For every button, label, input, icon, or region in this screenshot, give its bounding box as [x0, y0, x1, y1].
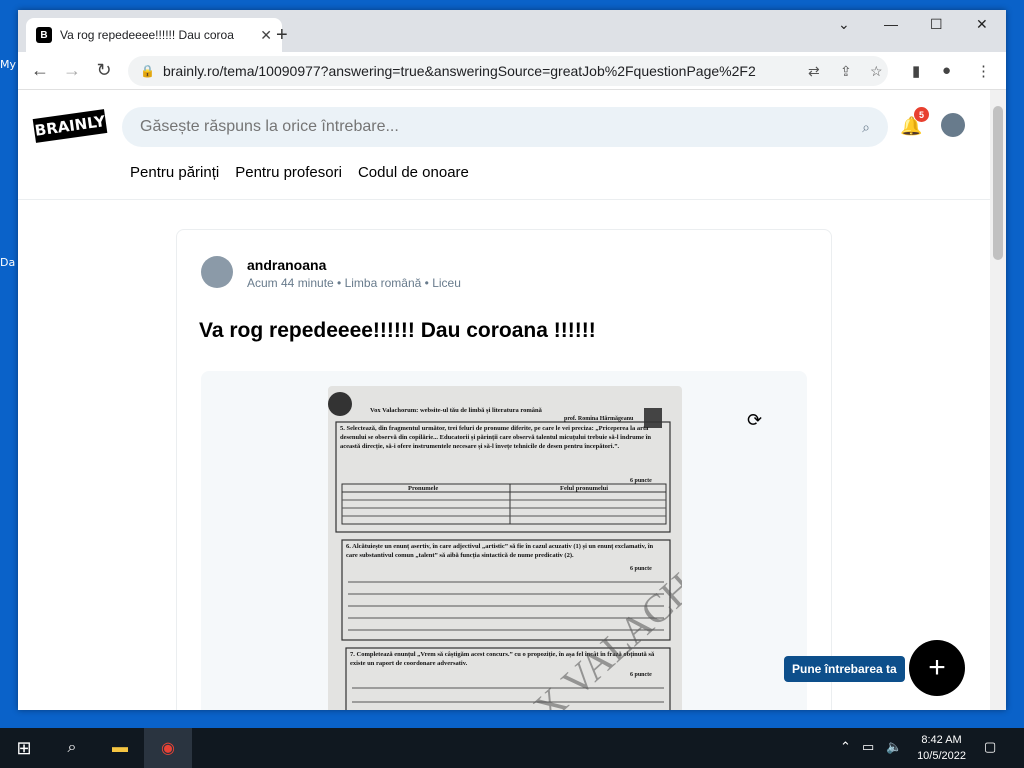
profile-icon[interactable]: ●: [942, 62, 951, 79]
search-taskbar-icon[interactable]: ⌕: [48, 728, 96, 768]
scroll-thumb[interactable]: [993, 106, 1003, 260]
question-card: andranoana Acum 44 minute • Limba română…: [176, 229, 832, 710]
nav-link-parents[interactable]: Pentru părinți: [130, 164, 219, 181]
notification-badge: 5: [914, 107, 929, 122]
q6-text: 6. Alcătuiește un enunț asertiv, în care…: [346, 543, 654, 559]
worksheet-header: Vox Valachorum: website-ul tău de limbă …: [370, 407, 543, 414]
site-header: BRAINLY ⌕ 🔔 5 Pentru părinți Pentru prof…: [18, 90, 990, 200]
tray-chevron-icon[interactable]: ⌃: [840, 739, 851, 755]
menu-icon[interactable]: ⋮: [976, 62, 991, 80]
browser-window: B Va rog repedeeee!!!!!! Dau coroa ✕ + ⌄…: [18, 10, 1006, 710]
url-text[interactable]: brainly.ro/tema/10090977?answering=true&…: [163, 63, 756, 79]
question-subject[interactable]: Limba română: [345, 276, 422, 290]
author-name[interactable]: andranoana: [247, 257, 326, 273]
q5-text-wrap: 5. Selectează, din fragmentul următor, t…: [340, 425, 652, 450]
page-scrollbar[interactable]: [990, 90, 1006, 710]
question-time: Acum 44 minute: [247, 276, 334, 290]
web-page: BRAINLY ⌕ 🔔 5 Pentru părinți Pentru prof…: [18, 90, 990, 710]
maximize-icon[interactable]: ☐: [930, 16, 943, 33]
watermark: VOX VALACHORUM: [482, 484, 682, 710]
search-box[interactable]: ⌕: [122, 107, 888, 147]
start-icon[interactable]: ⊞: [0, 728, 48, 768]
tab-search-icon[interactable]: ⌄: [838, 16, 850, 33]
side-panel-icon[interactable]: ▮: [912, 62, 920, 80]
bookmark-star-icon[interactable]: ☆: [870, 63, 883, 80]
search-icon[interactable]: ⌕: [862, 119, 870, 136]
minimize-icon[interactable]: —: [884, 16, 898, 32]
notifications-icon[interactable]: ▢: [984, 739, 996, 755]
q6-points: 6 puncte: [630, 566, 652, 572]
taskbar-clock[interactable]: 8:42 AM 10/5/2022: [917, 732, 966, 764]
clock-time: 8:42 AM: [921, 734, 962, 746]
q5-text: 5. Selectează, din fragmentul următor, t…: [340, 425, 652, 450]
forward-icon[interactable]: →: [56, 60, 88, 81]
translate-icon[interactable]: ⇄: [808, 63, 820, 80]
user-avatar[interactable]: [941, 113, 965, 137]
ask-question-button[interactable]: +: [909, 640, 965, 696]
worksheet-author: prof. Romina Hărmăgeanu: [564, 416, 634, 422]
q6-text-wrap: 6. Alcătuiește un enunț asertiv, în care…: [346, 543, 654, 559]
nav-link-honor-code[interactable]: Codul de onoare: [358, 164, 469, 181]
browser-tab[interactable]: B Va rog repedeeee!!!!!! Dau coroa ✕: [26, 18, 282, 52]
desktop-label-1[interactable]: My: [0, 58, 16, 71]
question-title: Va rog repedeeee!!!!!! Dau coroana !!!!!…: [199, 319, 596, 342]
share-icon[interactable]: ⇪: [840, 63, 852, 80]
tab-close-icon[interactable]: ✕: [260, 27, 272, 44]
question-level: Liceu: [432, 276, 461, 290]
chrome-icon[interactable]: ◉: [144, 728, 192, 768]
question-meta: Acum 44 minute • Limba română • Liceu: [247, 276, 461, 290]
worksheet-photo: Vox Valachorum: website-ul tău de limbă …: [328, 386, 682, 710]
network-icon[interactable]: ▭: [862, 739, 874, 755]
close-window-icon[interactable]: ✕: [976, 16, 988, 33]
q5-table-col1: Pronumele: [408, 485, 438, 492]
back-icon[interactable]: ←: [24, 60, 56, 81]
attachment-viewer[interactable]: Vox Valachorum: website-ul tău de limbă …: [201, 371, 807, 710]
tab-bar: B Va rog repedeeee!!!!!! Dau coroa ✕ + ⌄…: [18, 10, 1006, 52]
search-input[interactable]: [140, 118, 863, 136]
clock-date: 10/5/2022: [917, 750, 966, 762]
desktop-label-2[interactable]: Da: [0, 256, 15, 269]
nav-link-teachers[interactable]: Pentru profesori: [235, 164, 342, 181]
brainly-logo[interactable]: BRAINLY: [32, 109, 108, 143]
nav-links: Pentru părinți Pentru profesori Codul de…: [130, 164, 469, 181]
address-bar[interactable]: 🔒 brainly.ro/tema/10090977?answering=tru…: [128, 56, 888, 86]
brainly-favicon-icon: B: [36, 27, 52, 43]
author-avatar[interactable]: [201, 256, 233, 288]
volume-icon[interactable]: 🔈: [886, 739, 902, 755]
taskbar: ⊞ ⌕ ▬ ◉ ⌃ ▭ 🔈 8:42 AM 10/5/2022 ▢: [0, 728, 1024, 768]
lock-icon[interactable]: 🔒: [140, 64, 155, 78]
rotate-image-icon[interactable]: ⟳: [747, 410, 762, 431]
q5-points: 6 puncte: [630, 478, 652, 484]
q5-table-col2: Felul pronumelui: [560, 485, 608, 492]
worksheet-logo-icon: [328, 392, 352, 416]
q7-points: 6 puncte: [630, 672, 652, 678]
q5-table: [341, 483, 667, 525]
tab-title: Va rog repedeeee!!!!!! Dau coroa: [60, 28, 234, 42]
file-explorer-icon[interactable]: ▬: [96, 728, 144, 768]
new-tab-icon[interactable]: +: [276, 24, 288, 47]
reload-icon[interactable]: ↻: [88, 60, 120, 81]
ask-question-label[interactable]: Pune întrebarea ta: [784, 656, 905, 682]
browser-toolbar: ← → ↻ 🔒 brainly.ro/tema/10090977?answeri…: [18, 52, 1006, 90]
